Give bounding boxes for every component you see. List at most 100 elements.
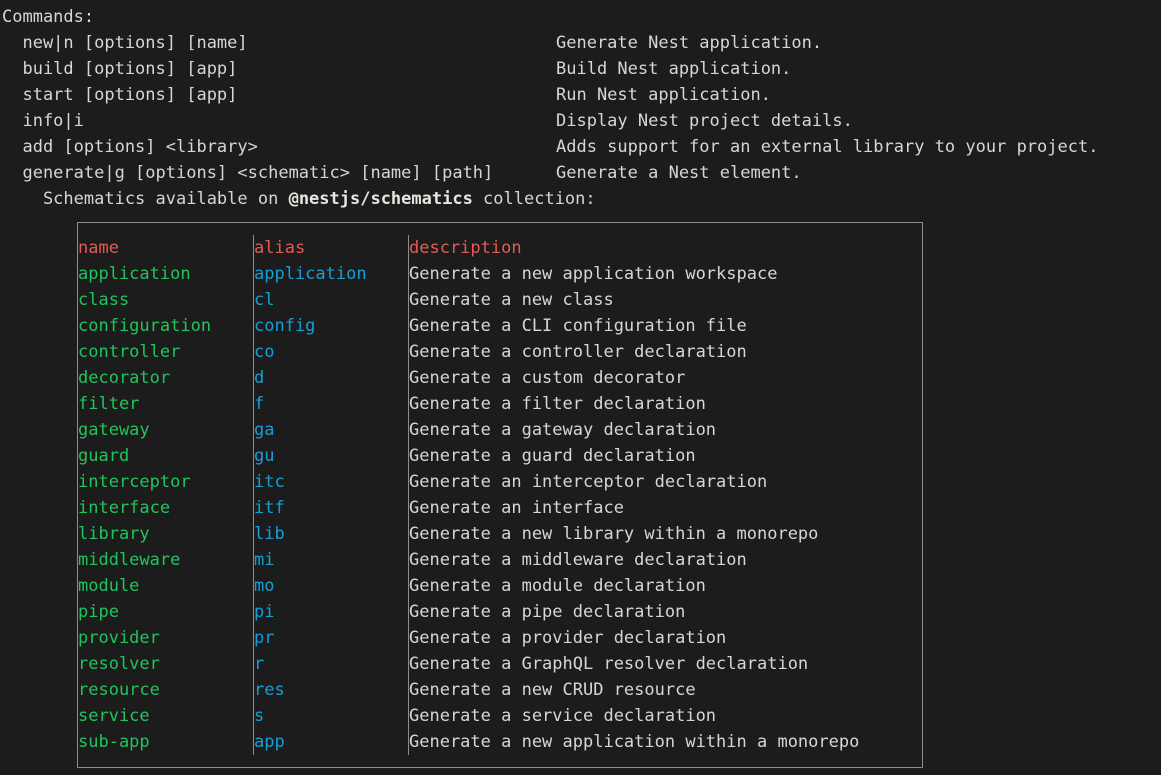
cell-schematic-name: module	[78, 573, 254, 599]
cell-schematic-description: Generate a provider declaration	[409, 628, 727, 648]
cell-schematic-name: class	[78, 287, 254, 313]
command-usage: info|i	[2, 111, 84, 131]
cell-schematic-alias: cl	[253, 287, 409, 313]
command-description: Generate Nest application.	[556, 33, 823, 53]
cell-schematic-name: library	[78, 521, 254, 547]
command-row: start [options] [app] Run Nest applicatio…	[2, 82, 1161, 108]
command-row: new|n [options] [name] Generate Nest appl…	[2, 30, 1161, 56]
schematics-table-container: name alias description application applic…	[77, 222, 923, 768]
command-row: build [options] [app] Build Nest applicat…	[2, 56, 1161, 82]
command-row: generate|g [options] <schematic> [name] …	[2, 160, 1161, 186]
table-row: interface itf Generate an interface	[78, 495, 922, 521]
column-header-description: description	[409, 238, 522, 258]
cell-schematic-description: Generate a custom decorator	[409, 368, 686, 388]
cell-schematic-description: Generate a new library within a monorepo	[409, 524, 819, 544]
command-list: new|n [options] [name] Generate Nest appl…	[2, 30, 1161, 186]
table-row: decorator d Generate a custom decorator	[78, 365, 922, 391]
cell-schematic-alias: gu	[253, 443, 409, 469]
cell-schematic-alias: f	[253, 391, 409, 417]
table-row: sub-app app Generate a new application wit…	[78, 729, 922, 755]
terminal-window[interactable]: Commands: new|n [options] [name] Generate…	[0, 0, 1161, 775]
column-header-alias: alias	[253, 235, 409, 261]
cell-schematic-alias: co	[253, 339, 409, 365]
command-usage: start [options] [app]	[2, 85, 238, 105]
cell-schematic-alias: res	[253, 677, 409, 703]
cell-schematic-name: pipe	[78, 599, 254, 625]
cell-schematic-alias: s	[253, 703, 409, 729]
table-row: middleware mi Generate a middleware declar…	[78, 547, 922, 573]
cell-schematic-description: Generate an interface	[409, 498, 624, 518]
cell-schematic-description: Generate a new application within a mono…	[409, 732, 860, 752]
cell-schematic-name: guard	[78, 443, 254, 469]
cell-schematic-description: Generate a CLI configuration file	[409, 316, 747, 336]
table-row: module mo Generate a module declaration	[78, 573, 922, 599]
cell-schematic-alias: r	[253, 651, 409, 677]
cell-schematic-description: Generate a new application workspace	[409, 264, 778, 284]
command-description: Adds support for an external library to …	[556, 137, 1099, 157]
column-header-name: name	[78, 235, 254, 261]
table-row: service s Generate a service declaration	[78, 703, 922, 729]
table-row: gateway ga Generate a gateway declaration	[78, 417, 922, 443]
cell-schematic-description: Generate an interceptor declaration	[409, 472, 768, 492]
cell-schematic-description: Generate a new class	[409, 290, 614, 310]
cell-schematic-alias: ga	[253, 417, 409, 443]
table-row: resource res Generate a new CRUD resource	[78, 677, 922, 703]
table-row: class cl Generate a new class	[78, 287, 922, 313]
cell-schematic-alias: mo	[253, 573, 409, 599]
cell-schematic-name: interceptor	[78, 469, 254, 495]
cell-schematic-description: Generate a middleware declaration	[409, 550, 747, 570]
command-description: Build Nest application.	[556, 59, 792, 79]
cell-schematic-description: Generate a controller declaration	[409, 342, 747, 362]
command-usage: generate|g [options] <schematic> [name] …	[2, 163, 494, 183]
command-usage: build [options] [app]	[2, 59, 238, 79]
cell-schematic-alias: itf	[253, 495, 409, 521]
table-row: guard gu Generate a guard declaration	[78, 443, 922, 469]
command-description: Display Nest project details.	[556, 111, 853, 131]
command-description: Generate a Nest element.	[556, 163, 802, 183]
schematics-note-prefix: Schematics available on	[2, 189, 289, 209]
cell-schematic-name: sub-app	[78, 729, 254, 755]
table-row: interceptor itc Generate an interceptor de…	[78, 469, 922, 495]
table-row: resolver r Generate a GraphQL resolver dec…	[78, 651, 922, 677]
cell-schematic-alias: itc	[253, 469, 409, 495]
cell-schematic-name: application	[78, 261, 254, 287]
cell-schematic-name: resolver	[78, 651, 254, 677]
cell-schematic-name: decorator	[78, 365, 254, 391]
cell-schematic-name: resource	[78, 677, 254, 703]
commands-section: Commands: new|n [options] [name] Generate…	[0, 0, 1161, 212]
cell-schematic-description: Generate a pipe declaration	[409, 602, 686, 622]
cell-schematic-description: Generate a new CRUD resource	[409, 680, 696, 700]
cell-schematic-description: Generate a gateway declaration	[409, 420, 717, 440]
command-description: Run Nest application.	[556, 85, 771, 105]
table-row: configuration config Generate a CLI config…	[78, 313, 922, 339]
command-usage: new|n [options] [name]	[2, 33, 248, 53]
cell-schematic-description: Generate a guard declaration	[409, 446, 696, 466]
table-row: filter f Generate a filter declaration	[78, 391, 922, 417]
cell-schematic-alias: pi	[253, 599, 409, 625]
cell-schematic-description: Generate a filter declaration	[409, 394, 706, 414]
schematics-availability-note: Schematics available on @nestjs/schemati…	[2, 186, 1161, 212]
cell-schematic-name: interface	[78, 495, 254, 521]
schematics-package-name: @nestjs/schematics	[288, 189, 473, 209]
cell-schematic-alias: pr	[253, 625, 409, 651]
cell-schematic-alias: config	[253, 313, 409, 339]
commands-heading: Commands:	[2, 7, 95, 27]
command-usage: add [options] <library>	[2, 137, 258, 157]
cell-schematic-alias: application	[253, 261, 409, 287]
table-row: controller co Generate a controller declar…	[78, 339, 922, 365]
cell-schematic-name: configuration	[78, 313, 254, 339]
table-row: application application Generate a new app…	[78, 261, 922, 287]
cell-schematic-description: Generate a GraphQL resolver declaration	[409, 654, 809, 674]
cell-schematic-alias: app	[253, 729, 409, 755]
table-header-row: name alias description	[78, 235, 922, 261]
cell-schematic-alias: lib	[253, 521, 409, 547]
table-row: provider pr Generate a provider declaratio…	[78, 625, 922, 651]
cell-schematic-name: gateway	[78, 417, 254, 443]
cell-schematic-name: controller	[78, 339, 254, 365]
cell-schematic-alias: mi	[253, 547, 409, 573]
table-row: library lib Generate a new library within …	[78, 521, 922, 547]
command-row: add [options] <library> Adds support for …	[2, 134, 1161, 160]
cell-schematic-description: Generate a module declaration	[409, 576, 706, 596]
cell-schematic-name: middleware	[78, 547, 254, 573]
cell-schematic-description: Generate a service declaration	[409, 706, 717, 726]
